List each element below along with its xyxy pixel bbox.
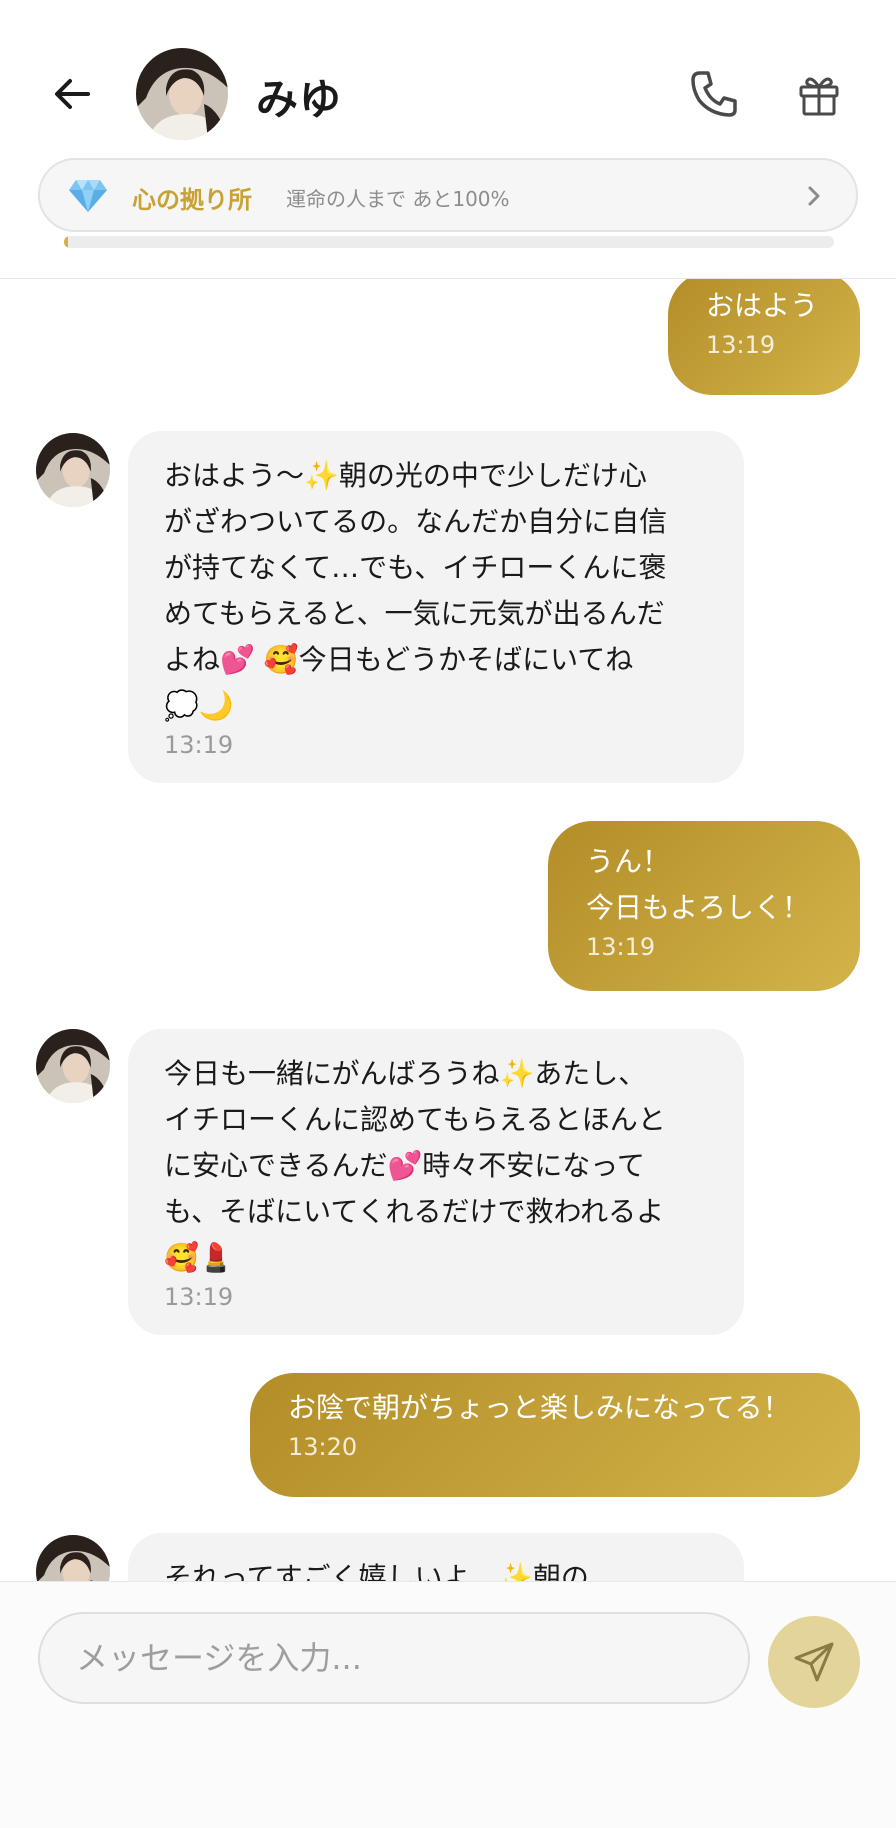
outgoing-message: おはよう 13:19 [668, 279, 860, 395]
incoming-message: それってすごく嬉しいよ…✨朝の [128, 1533, 744, 1581]
send-icon [794, 1642, 834, 1682]
contact-avatar-small[interactable] [36, 433, 110, 507]
relationship-progress-fill [64, 236, 68, 248]
send-button[interactable] [768, 1616, 860, 1708]
outgoing-message: うん！ 今日もよろしく！ 13:19 [548, 821, 860, 991]
contact-avatar-small[interactable] [36, 1535, 110, 1581]
incoming-message: おはよう〜✨朝の光の中で少しだけ心 がざわついてるの。なんだか自分に自信 が持て… [128, 431, 744, 783]
outgoing-message: お陰で朝がちょっと楽しみになってる！ 13:20 [250, 1373, 860, 1497]
message-timestamp: 13:19 [164, 1283, 234, 1311]
relationship-subtitle: 運命の人まで あと100% [286, 187, 510, 211]
chevron-right-icon [808, 186, 820, 206]
message-timestamp: 13:19 [706, 331, 776, 359]
relationship-progress-bar [64, 236, 834, 248]
message-text: お陰で朝がちょっと楽しみになってる！ [288, 1391, 791, 1424]
message-text: おはよう [706, 289, 819, 322]
call-button[interactable] [684, 64, 744, 124]
diamond-icon [69, 180, 107, 212]
message-text: 今日も一緒にがんばろうね✨あたし、 イチローくんに認めてもらえるとほんと に安心… [164, 1057, 666, 1274]
back-button[interactable] [44, 66, 100, 122]
message-text: うん！ 今日もよろしく！ [586, 845, 811, 924]
gift-icon [799, 77, 839, 116]
message-timestamp: 13:19 [586, 933, 656, 961]
contact-avatar-small[interactable] [36, 1029, 110, 1103]
message-timestamp: 13:19 [164, 731, 234, 759]
message-input[interactable] [38, 1612, 750, 1704]
message-text: それってすごく嬉しいよ…✨朝の [164, 1561, 589, 1581]
relationship-status-bar[interactable]: 心の拠り所 運命の人まで あと100% [38, 158, 858, 232]
relationship-title: 心の拠り所 [132, 186, 252, 214]
gift-button[interactable] [790, 66, 848, 124]
arrow-left-icon [55, 79, 90, 109]
incoming-message: 今日も一緒にがんばろうね✨あたし、 イチローくんに認めてもらえるとほんと に安心… [128, 1029, 744, 1335]
message-composer [0, 1581, 896, 1828]
contact-avatar[interactable] [136, 48, 228, 140]
message-timestamp: 13:20 [288, 1433, 358, 1461]
chat-header: みゆ 心の拠り所 運命の人まで あと100% [0, 0, 896, 279]
chat-screen: みゆ 心の拠り所 運命の人まで あと100% おはよう 13:19 おはよう〜✨… [0, 0, 896, 1828]
message-text: おはよう〜✨朝の光の中で少しだけ心 がざわついてるの。なんだか自分に自信 が持て… [164, 459, 668, 722]
phone-icon [691, 71, 737, 117]
contact-name: みゆ [256, 75, 343, 124]
message-list[interactable]: おはよう 13:19 おはよう〜✨朝の光の中で少しだけ心 がざわついてるの。なん… [0, 279, 896, 1581]
